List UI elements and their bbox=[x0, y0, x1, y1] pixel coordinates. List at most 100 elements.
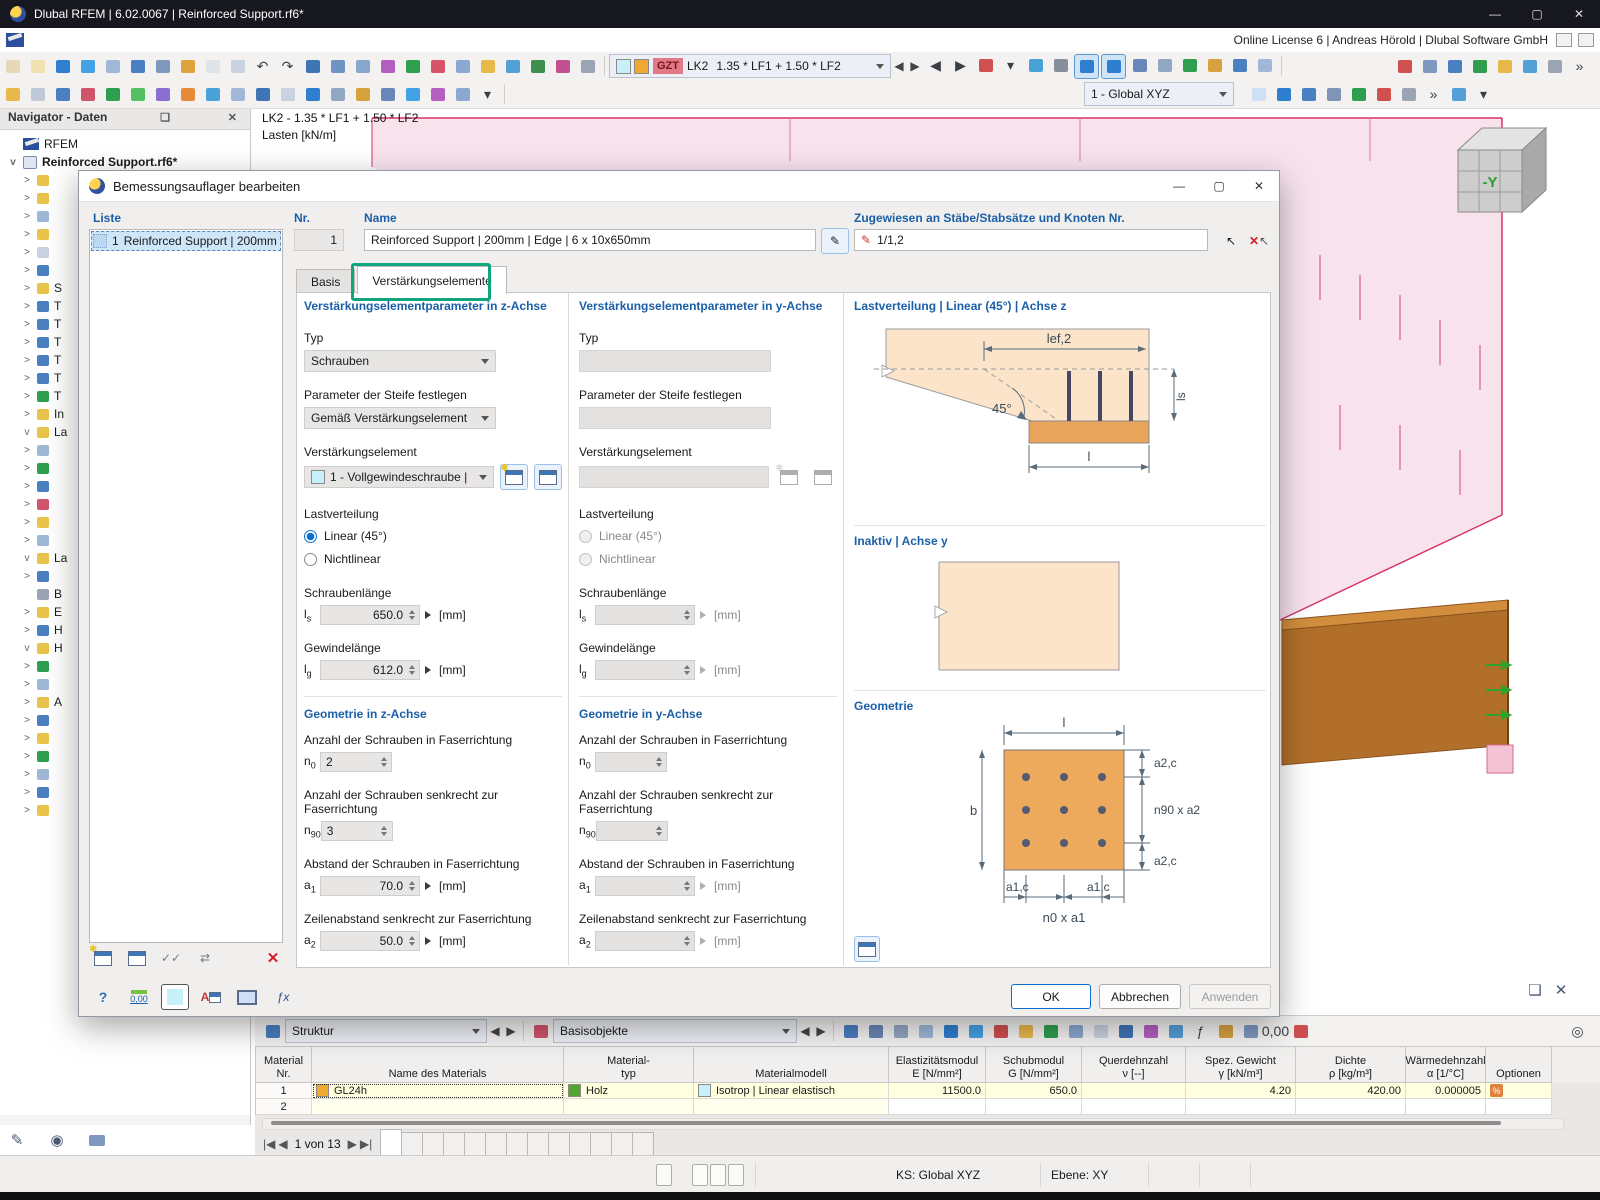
menu-item[interactable] bbox=[186, 28, 208, 52]
toolbar-icon[interactable] bbox=[889, 1020, 912, 1043]
toolbar-icon[interactable] bbox=[576, 55, 599, 78]
menu-item[interactable] bbox=[208, 28, 230, 52]
n90-input[interactable]: 3 bbox=[321, 821, 393, 841]
toolbar-icon[interactable] bbox=[451, 83, 474, 106]
camera-icon[interactable] bbox=[84, 1128, 110, 1152]
cell-density[interactable]: 420.00 bbox=[1296, 1083, 1406, 1099]
transfer-button[interactable]: ⇄ bbox=[191, 945, 219, 971]
cell-options[interactable]: % bbox=[1486, 1083, 1552, 1099]
menu-item[interactable] bbox=[164, 28, 186, 52]
toolbar-icon[interactable] bbox=[301, 83, 324, 106]
toolbar-icon[interactable] bbox=[126, 83, 149, 106]
toolbar-icon[interactable]: ↶ bbox=[251, 55, 274, 78]
toolbar-icon[interactable] bbox=[864, 1020, 887, 1043]
toolbar-icon[interactable]: ◀ bbox=[924, 54, 947, 77]
toolbar-icon[interactable] bbox=[76, 55, 99, 78]
toolbar-icon[interactable] bbox=[476, 55, 499, 78]
toolbar-icon[interactable] bbox=[101, 55, 124, 78]
load-case-combo[interactable]: GZT LK2 1.35 * LF1 + 1.50 * LF2 bbox=[609, 54, 891, 78]
support-list[interactable]: 1 Reinforced Support | 200mm | E bbox=[89, 229, 283, 943]
table-tab[interactable] bbox=[485, 1132, 507, 1155]
close-panel-icon[interactable]: ✕ bbox=[223, 111, 242, 124]
snap-toggle[interactable] bbox=[692, 1164, 708, 1186]
table-tab[interactable] bbox=[611, 1132, 633, 1155]
toolbar-icon[interactable] bbox=[1228, 54, 1251, 77]
search-icon[interactable]: ◎ bbox=[1566, 1020, 1589, 1043]
table-tab[interactable] bbox=[632, 1132, 654, 1155]
toolbar-icon[interactable] bbox=[126, 55, 149, 78]
toolbar-icon[interactable] bbox=[326, 55, 349, 78]
new-item-button[interactable] bbox=[89, 945, 117, 971]
float-panel-icon[interactable]: ❏ bbox=[155, 111, 175, 124]
formula-arrow-icon[interactable] bbox=[425, 937, 431, 945]
spinner-arrows[interactable] bbox=[406, 936, 419, 946]
toolbar-icon[interactable] bbox=[1443, 55, 1466, 78]
display-properties-button[interactable]: A bbox=[197, 984, 225, 1010]
toolbar-icon[interactable] bbox=[251, 83, 274, 106]
dialog-close-button[interactable]: ✕ bbox=[1239, 171, 1279, 201]
toolbar-icon[interactable] bbox=[939, 1020, 962, 1043]
color-swatch-button[interactable] bbox=[161, 984, 189, 1010]
toolbar-icon[interactable] bbox=[201, 83, 224, 106]
first-page-icon[interactable]: |◀ bbox=[263, 1137, 275, 1151]
navigation-cube[interactable]: -Y bbox=[1458, 128, 1546, 212]
toolbar-icon[interactable] bbox=[551, 55, 574, 78]
toolbar-icon[interactable] bbox=[1289, 1020, 1312, 1043]
dialog-minimize-button[interactable]: — bbox=[1159, 171, 1199, 201]
toolbar-icon[interactable] bbox=[974, 54, 997, 77]
toolbar-icon[interactable] bbox=[1418, 55, 1441, 78]
toolbar-icon[interactable] bbox=[401, 83, 424, 106]
close-button[interactable]: ✕ bbox=[1558, 0, 1600, 28]
spinner-arrows[interactable] bbox=[406, 610, 419, 620]
delete-item-button[interactable]: ✕ bbox=[259, 945, 287, 971]
toolbar-icon[interactable] bbox=[1128, 54, 1151, 77]
formula-button[interactable]: ƒx bbox=[269, 984, 297, 1010]
toolbar-icon[interactable]: ƒ bbox=[1189, 1020, 1212, 1043]
name-field[interactable]: Reinforced Support | 200mm | Edge | 6 x … bbox=[364, 229, 816, 251]
toolbar-icon[interactable] bbox=[1518, 55, 1541, 78]
a1-input[interactable]: 70.0 bbox=[320, 876, 420, 896]
toolbar-icon[interactable] bbox=[351, 55, 374, 78]
next-table-button[interactable]: ▶ bbox=[503, 1020, 519, 1042]
toolbar-icon[interactable] bbox=[226, 55, 249, 78]
menu-float-icon[interactable] bbox=[1556, 33, 1572, 47]
table-row[interactable]: 1 GL24h Holz Isotrop | Linear elastisch … bbox=[255, 1083, 1600, 1099]
table-tab[interactable] bbox=[401, 1132, 423, 1155]
toolbar-icon[interactable] bbox=[1074, 54, 1099, 79]
close-panel-icon[interactable]: ✕ bbox=[1548, 978, 1574, 1002]
float-panel-icon[interactable]: ❏ bbox=[1522, 978, 1548, 1002]
formula-arrow-icon[interactable] bbox=[425, 882, 431, 890]
tree-root[interactable]: RFEM bbox=[6, 135, 250, 153]
radio-nonlinear[interactable]: Nichtlinear bbox=[304, 552, 562, 566]
dialog-titlebar[interactable]: Bemessungsauflager bearbeiten — ▢ ✕ bbox=[79, 171, 1279, 202]
toolbar-icon[interactable]: ▶ bbox=[949, 54, 972, 77]
toolbar-icon[interactable] bbox=[1297, 83, 1320, 106]
menu-item[interactable] bbox=[120, 28, 142, 52]
snap-toggle[interactable] bbox=[656, 1164, 672, 1186]
toolbar-icon[interactable] bbox=[151, 55, 174, 78]
select-all-button[interactable]: ✓✓ bbox=[157, 945, 185, 971]
radio-linear[interactable]: Linear (45°) bbox=[304, 529, 562, 543]
toolbar-icon[interactable] bbox=[351, 83, 374, 106]
table-tab[interactable] bbox=[590, 1132, 612, 1155]
toolbar-icon[interactable] bbox=[914, 1020, 937, 1043]
toolbar-icon[interactable] bbox=[426, 55, 449, 78]
toolbar-icon[interactable] bbox=[964, 1020, 987, 1043]
edit-element-button[interactable] bbox=[534, 464, 562, 490]
decimal-places-button[interactable]: 0,00 bbox=[125, 984, 153, 1010]
toolbar-icon[interactable] bbox=[176, 55, 199, 78]
toolbar-icon[interactable] bbox=[26, 83, 49, 106]
minimize-button[interactable]: — bbox=[1474, 0, 1516, 28]
toolbar-icon[interactable] bbox=[401, 55, 424, 78]
cell-material-name[interactable] bbox=[312, 1099, 564, 1115]
table-tab[interactable] bbox=[380, 1129, 402, 1155]
cell-material-modell[interactable]: Isotrop | Linear elastisch bbox=[694, 1083, 889, 1099]
cancel-button[interactable]: Abbrechen bbox=[1099, 984, 1181, 1009]
menu-item[interactable] bbox=[142, 28, 164, 52]
help-button[interactable]: ? bbox=[89, 984, 117, 1010]
toolbar-icon[interactable]: 0,00 bbox=[1264, 1020, 1287, 1043]
toolbar-icon[interactable] bbox=[301, 55, 324, 78]
dialog-maximize-button[interactable]: ▢ bbox=[1199, 171, 1239, 201]
toolbar-icon[interactable] bbox=[1239, 1020, 1262, 1043]
toolbar-icon[interactable] bbox=[326, 83, 349, 106]
